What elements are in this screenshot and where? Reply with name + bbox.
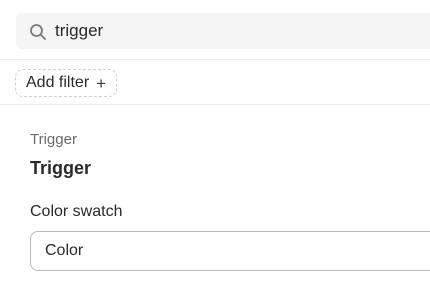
plus-icon: +	[96, 73, 107, 93]
add-filter-label: Add filter	[26, 74, 90, 91]
divider	[0, 104, 430, 105]
section-title: Trigger	[30, 158, 92, 178]
section-label: Trigger	[30, 131, 77, 148]
color-swatch-label: Color swatch	[30, 203, 123, 220]
divider	[0, 59, 430, 60]
search-icon	[29, 23, 47, 41]
add-filter-button[interactable]: Add filter +	[15, 69, 118, 97]
search-bar[interactable]	[16, 13, 430, 49]
color-swatch-value: Color	[45, 242, 84, 259]
search-input[interactable]	[55, 13, 415, 49]
color-swatch-field[interactable]: Color	[30, 231, 430, 271]
